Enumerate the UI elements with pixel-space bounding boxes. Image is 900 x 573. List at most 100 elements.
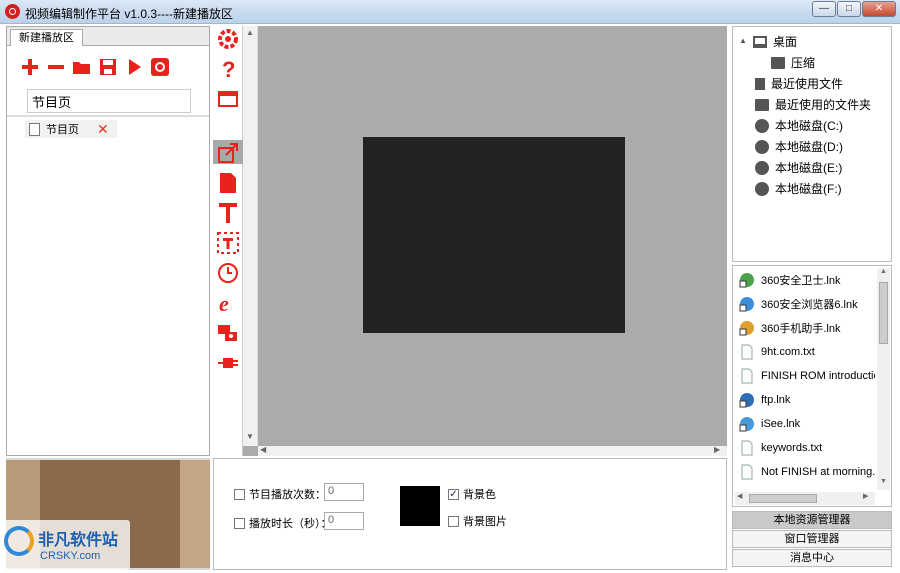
duration-label: 播放时长（秒）： (249, 518, 332, 530)
bg-image-checkbox-row[interactable]: 背景图片 (448, 513, 507, 529)
scroll-left-icon[interactable]: ◀ (737, 492, 742, 500)
ie-icon[interactable]: e (215, 290, 241, 316)
app-logo-icon (5, 4, 20, 19)
maximize-button[interactable]: □ (837, 1, 861, 17)
window-icon[interactable] (215, 86, 241, 112)
tree-collapse-icon[interactable]: ▲ (739, 36, 747, 45)
document-icon[interactable] (215, 170, 241, 196)
file-list-vertical-scrollbar[interactable]: ▲ ▼ (877, 268, 890, 490)
scroll-up-icon[interactable]: ▲ (246, 28, 254, 37)
list-item[interactable]: iSee.lnk (739, 416, 875, 432)
plug-icon[interactable] (215, 350, 241, 376)
disk-icon (755, 160, 769, 175)
shortcut-icon (739, 321, 754, 336)
element-toolbar: ? e (213, 26, 243, 456)
play-count-checkbox[interactable] (234, 488, 245, 500)
list-item[interactable]: Not FINISH at morning. (739, 464, 875, 480)
tab-local-resource-manager[interactable]: 本地资源管理器 (732, 511, 892, 529)
tree-item-drive-d[interactable]: 本地磁盘(D:) (755, 138, 843, 155)
page-item-label: 节目页 (46, 124, 79, 136)
svg-text:e: e (219, 292, 229, 314)
scroll-down-icon[interactable]: ▼ (246, 432, 254, 441)
file-list-horizontal-scrollbar[interactable]: ◀ ▶ (735, 492, 875, 505)
camera-icon[interactable] (215, 320, 241, 346)
tree-item-drive-f[interactable]: 本地磁盘(F:) (755, 180, 842, 197)
delete-page-icon[interactable]: ✕ (97, 121, 109, 138)
gear-icon[interactable] (215, 26, 241, 52)
thumbnail-right-edge (180, 460, 210, 568)
list-item[interactable]: 360安全卫士.lnk (739, 272, 875, 288)
monitor-icon (753, 35, 767, 48)
save-icon[interactable] (97, 56, 119, 78)
folder-open-icon[interactable] (71, 56, 93, 78)
play-icon[interactable] (123, 56, 145, 78)
file-label: 360安全浏览器6.lnk (761, 299, 858, 311)
watermark-logo: 非凡软件站 CRSKY.com (0, 520, 130, 570)
page-item[interactable]: 节目页 ✕ (25, 120, 117, 138)
tab-new-play-area[interactable]: 新建播放区 (10, 29, 83, 46)
scrollbar-thumb[interactable] (879, 282, 888, 344)
file-label: 360手机助手.lnk (761, 323, 841, 335)
canvas-vertical-scrollbar[interactable]: ▲ ▼ (243, 26, 258, 446)
minimize-button[interactable]: — (812, 1, 836, 17)
tree-item-recent-files[interactable]: 最近使用文件 (755, 75, 843, 92)
background-color-swatch[interactable] (400, 486, 440, 526)
bg-color-checkbox-row[interactable]: ✓ 背景色 (448, 486, 496, 502)
help-icon[interactable]: ? (215, 56, 241, 82)
disk-icon (755, 118, 769, 133)
svg-text:?: ? (222, 57, 235, 81)
scroll-down-icon[interactable]: ▼ (880, 478, 887, 485)
shortcut-icon (739, 417, 754, 432)
file-label: 360安全卫士.lnk (761, 275, 841, 287)
list-item[interactable]: keywords.txt (739, 440, 875, 456)
export-icon[interactable] (215, 140, 241, 166)
window-title: 视频编辑制作平台 v1.0.3----新建播放区 (25, 7, 234, 21)
tree-item-label: 本地磁盘(E:) (775, 161, 843, 175)
record-icon[interactable] (149, 56, 171, 78)
text-frame-icon[interactable] (215, 230, 241, 256)
tree-item-label: 最近使用文件 (771, 77, 844, 91)
list-item[interactable]: 360手机助手.lnk (739, 320, 875, 336)
duration-input[interactable]: 0 (324, 512, 364, 530)
text-icon[interactable] (215, 200, 241, 226)
tab-window-manager[interactable]: 窗口管理器 (732, 530, 892, 548)
play-count-checkbox-row[interactable]: 节目播放次数： (234, 486, 326, 502)
bg-color-checkbox[interactable]: ✓ (448, 488, 459, 500)
close-button[interactable]: ✕ (862, 1, 896, 17)
tree-item-label: 桌面 (773, 35, 798, 49)
tree-item-drive-e[interactable]: 本地磁盘(E:) (755, 159, 842, 176)
tree-item-drive-c[interactable]: 本地磁盘(C:) (755, 117, 843, 134)
editing-canvas[interactable]: ▲ ▼ ◀ ▶ (243, 26, 727, 456)
scrollbar-thumb[interactable] (749, 494, 817, 503)
duration-checkbox[interactable] (234, 517, 245, 529)
scroll-up-icon[interactable]: ▲ (880, 268, 887, 275)
tab-strip: 新建播放区 (7, 27, 209, 46)
file-label: 9ht.com.txt (761, 346, 815, 358)
tree-item-recent-folders[interactable]: 最近使用的文件夹 (755, 96, 871, 113)
disk-icon (755, 181, 769, 196)
list-item[interactable]: FINISH ROM introductio (739, 368, 875, 384)
play-count-input[interactable]: 0 (324, 483, 364, 501)
remove-icon[interactable] (45, 56, 67, 78)
file-label: keywords.txt (761, 442, 823, 454)
tree-item-compress[interactable]: 压缩 (771, 54, 815, 71)
canvas-horizontal-scrollbar[interactable]: ◀ ▶ (258, 445, 727, 456)
file-label: iSee.lnk (761, 418, 801, 430)
list-item[interactable]: 9ht.com.txt (739, 344, 875, 360)
duration-checkbox-row[interactable]: 播放时长（秒）： (234, 515, 332, 531)
playback-stage[interactable] (363, 137, 625, 333)
add-icon[interactable] (19, 56, 41, 78)
list-item[interactable]: 360安全浏览器6.lnk (739, 296, 875, 312)
tree-item-label: 本地磁盘(F:) (775, 182, 842, 196)
scroll-left-icon[interactable]: ◀ (260, 445, 266, 454)
tree-item-desktop[interactable]: 桌面 (753, 33, 797, 50)
bg-image-checkbox[interactable] (448, 515, 459, 527)
scroll-right-icon[interactable]: ▶ (863, 492, 868, 500)
page-strip (7, 115, 209, 117)
tab-message-center[interactable]: 消息中心 (732, 549, 892, 567)
clock-icon[interactable] (215, 260, 241, 286)
scroll-right-icon[interactable]: ▶ (714, 445, 720, 454)
shortcut-icon (739, 297, 754, 312)
list-item[interactable]: ftp.lnk (739, 392, 875, 408)
program-name-input[interactable]: 节目页 (27, 89, 191, 113)
